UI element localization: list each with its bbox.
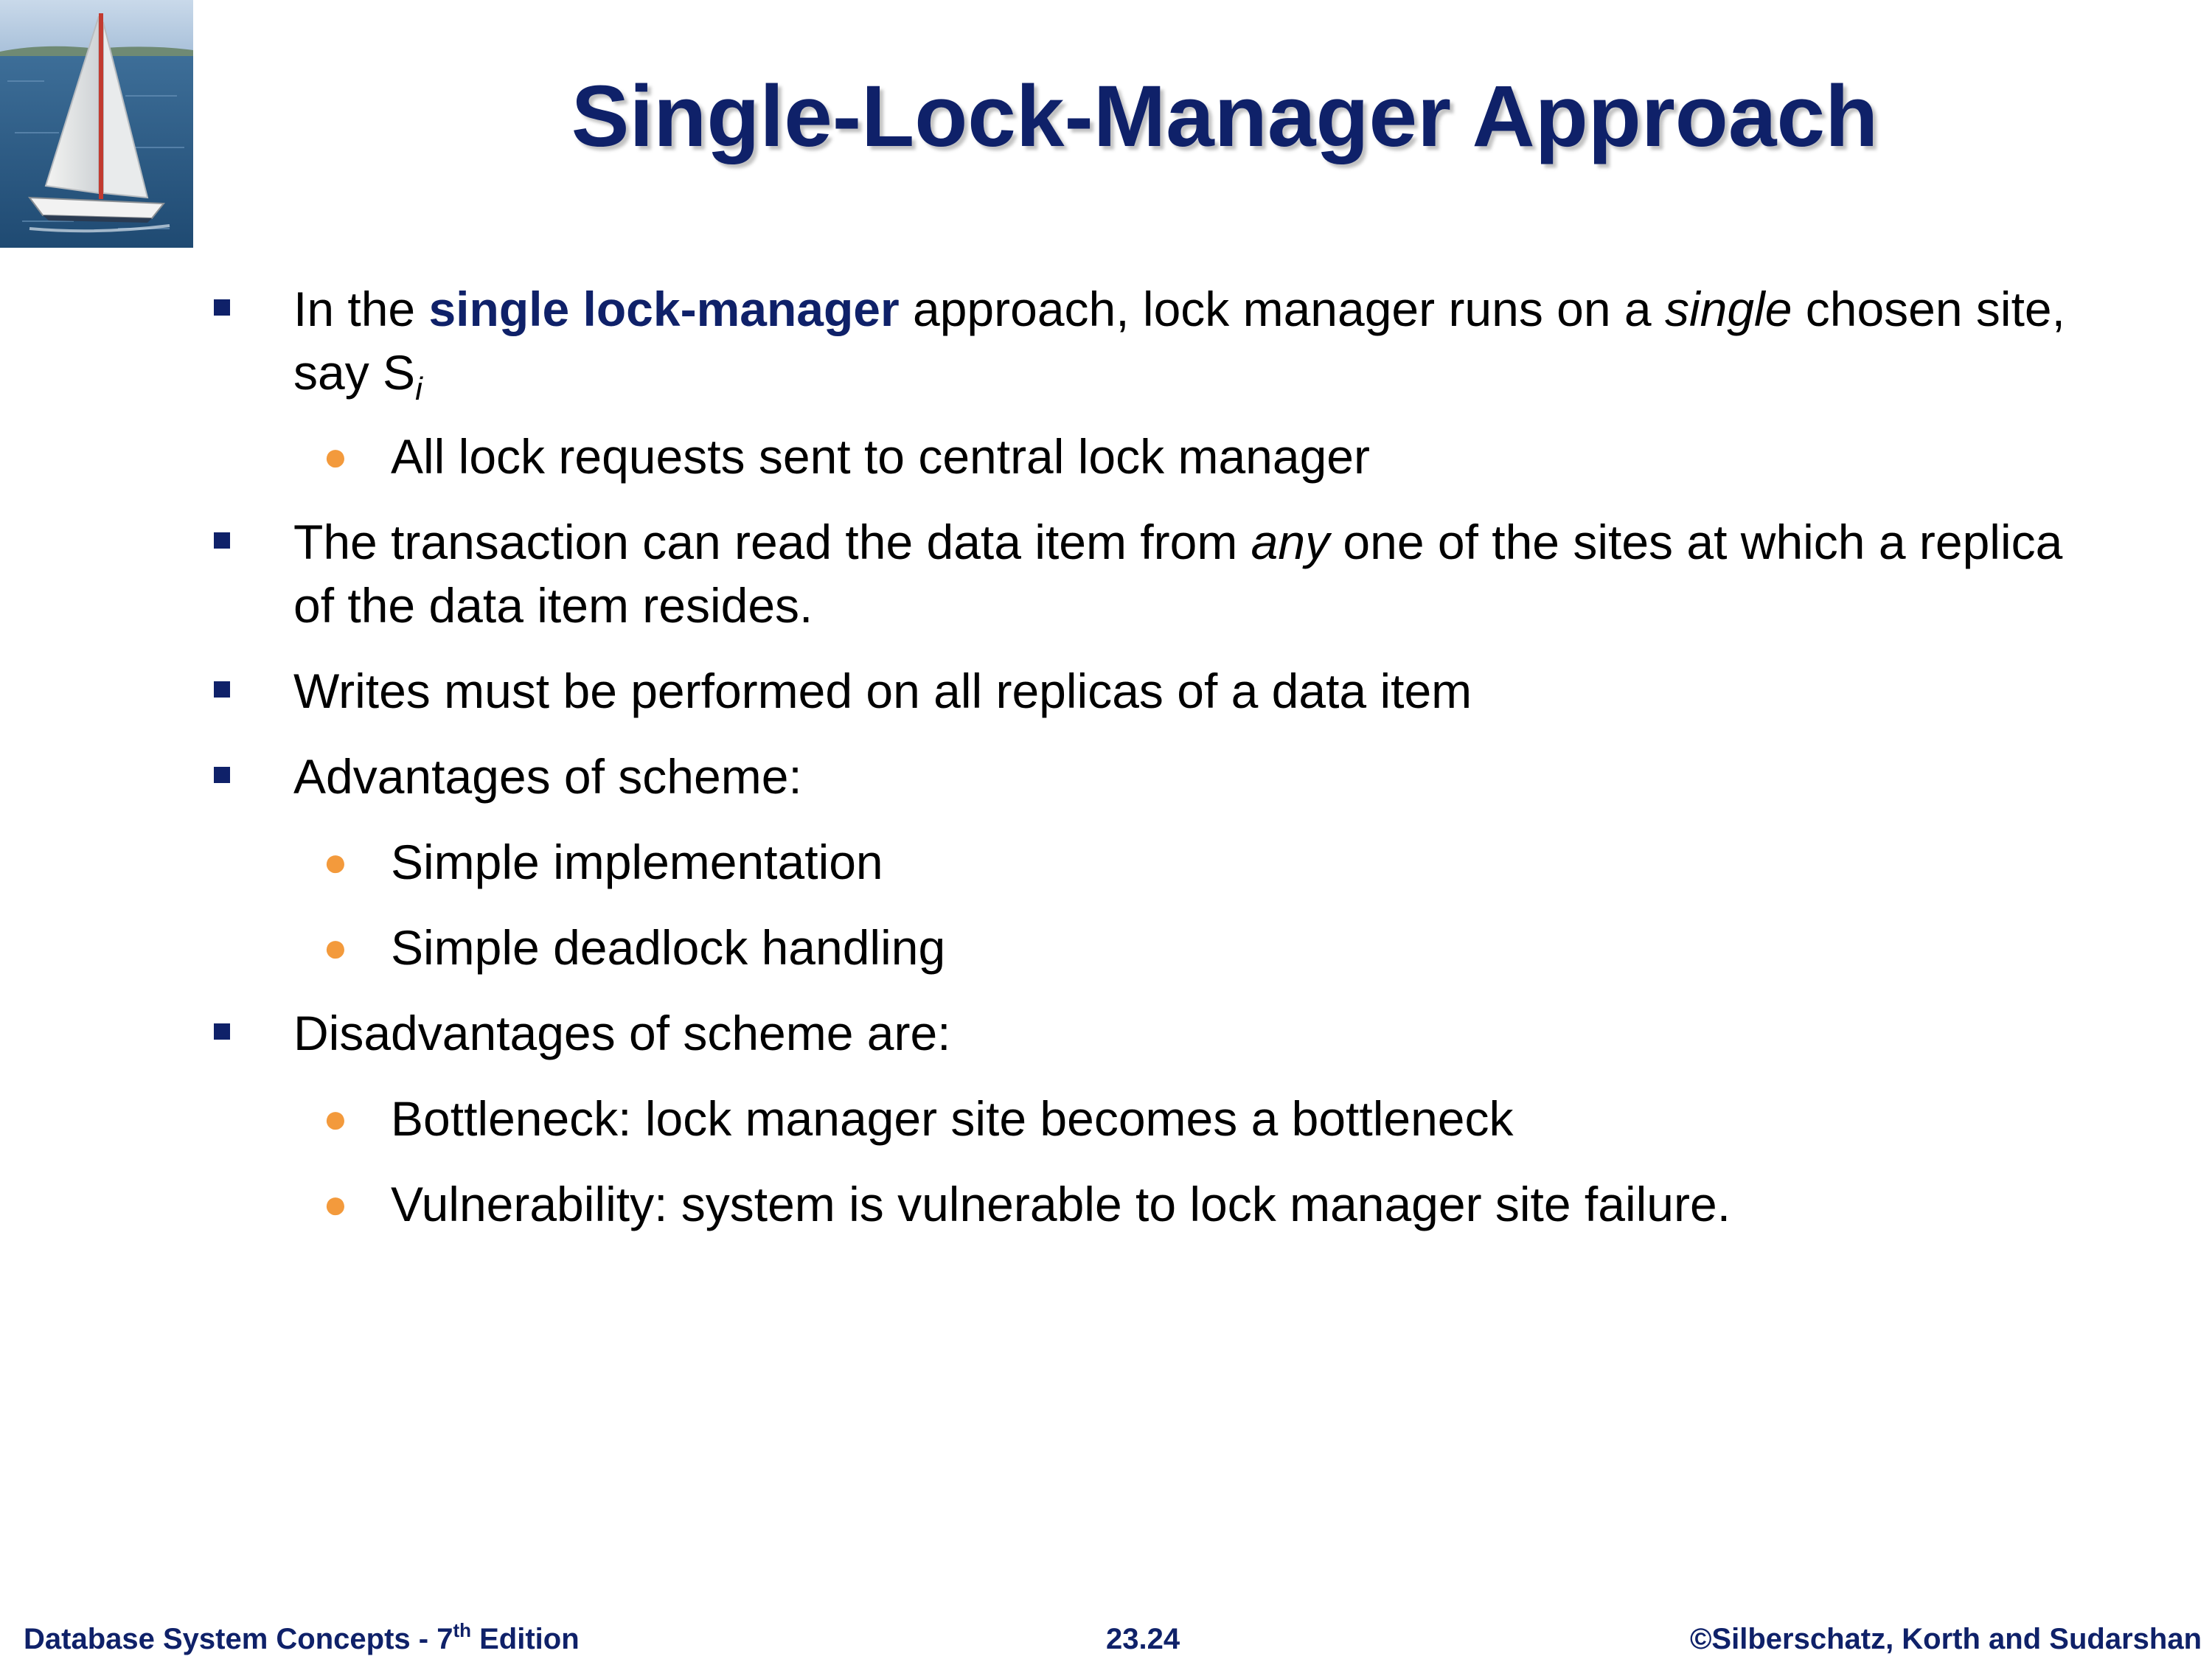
bullet-text: Disadvantages of scheme are: [293, 1006, 951, 1060]
sub-bullet-vulnerability: ● Vulnerability: system is vulnerable to… [0, 1172, 2212, 1236]
bullet-text: Vulnerability: system is vulnerable to l… [391, 1177, 1731, 1231]
bullet-text: Writes must be performed on all replicas… [293, 664, 1472, 718]
bullet-single-lock-manager: In the single lock-manager approach, loc… [0, 277, 2212, 407]
sub-bullet-simple-deadlock: ● Simple deadlock handling [0, 916, 2212, 979]
bullet-disadvantages: Disadvantages of scheme are: [0, 1001, 2212, 1065]
square-bullet-icon [214, 681, 230, 698]
square-bullet-icon [214, 532, 230, 549]
bullet-text: approach, lock manager runs on a [899, 282, 1665, 336]
bullet-text: In the [293, 282, 429, 336]
slide-title: Single-Lock-Manager Approach [571, 68, 1879, 165]
sub-bullet-bottleneck: ● Bottleneck: lock manager site becomes … [0, 1087, 2212, 1150]
square-bullet-icon [214, 1023, 230, 1040]
slide-number: 23.24 [1106, 1623, 1180, 1655]
bullet-text: All lock requests sent to central lock m… [391, 429, 1370, 484]
footer-text: Database System Concepts - 7 [24, 1623, 453, 1655]
round-bullet-icon: ● [323, 433, 348, 479]
highlight-term: single lock-manager [428, 282, 900, 336]
bullet-read-any-replica: The transaction can read the data item f… [0, 510, 2212, 637]
bullet-text: Simple deadlock handling [391, 920, 946, 975]
italic-term: single [1664, 282, 1792, 336]
round-bullet-icon: ● [323, 1180, 348, 1227]
square-bullet-icon [214, 767, 230, 783]
footer-superscript: th [453, 1619, 471, 1641]
bullet-writes-all-replicas: Writes must be performed on all replicas… [0, 659, 2212, 723]
bullet-text: Advantages of scheme: [293, 749, 802, 804]
italic-term: any [1251, 515, 1330, 569]
square-bullet-icon [214, 299, 230, 316]
bullet-advantages: Advantages of scheme: [0, 745, 2212, 808]
bullet-text: The transaction can read the data item f… [293, 515, 1251, 569]
bullet-text: Bottleneck: lock manager site becomes a … [391, 1091, 1514, 1146]
bullet-text: Simple implementation [391, 835, 883, 889]
round-bullet-icon: ● [323, 838, 348, 885]
round-bullet-icon: ● [323, 924, 348, 970]
sailboat-photo [0, 0, 193, 248]
sub-bullet-central-requests: ● All lock requests sent to central lock… [0, 425, 2212, 488]
sub-bullet-simple-implementation: ● Simple implementation [0, 830, 2212, 894]
subscript-i: i [415, 371, 422, 407]
round-bullet-icon: ● [323, 1095, 348, 1141]
bullet-list: In the single lock-manager approach, loc… [0, 277, 2212, 1236]
footer-book-title: Database System Concepts - 7th Edition [24, 1621, 580, 1658]
footer-text: Edition [471, 1623, 580, 1655]
footer-copyright: ©Silberschatz, Korth and Sudarshan [1689, 1623, 2202, 1655]
